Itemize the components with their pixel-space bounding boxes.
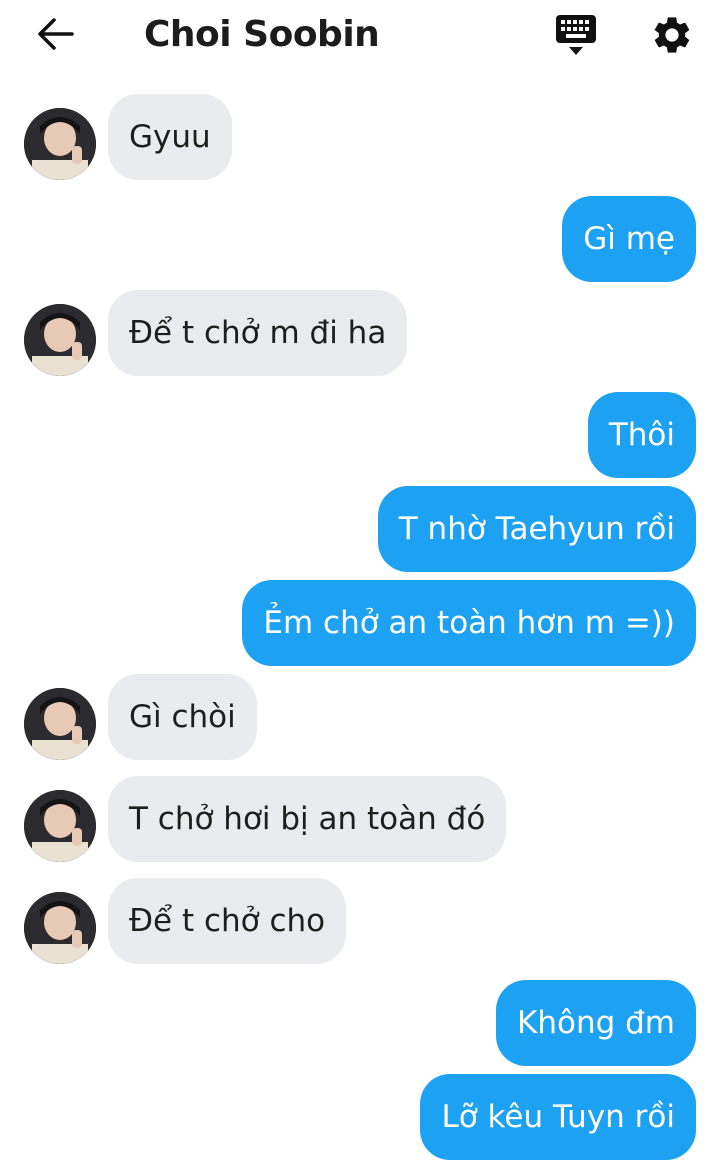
- message-bubble[interactable]: T nhờ Taehyun rồi: [377, 486, 696, 572]
- message-bubble[interactable]: T chở hơi bị an toàn đó: [108, 776, 507, 862]
- avatar[interactable]: [24, 304, 96, 376]
- settings-button[interactable]: [650, 13, 694, 57]
- avatar[interactable]: [24, 108, 96, 180]
- arrow-left-icon: [38, 18, 74, 50]
- chat-title: Choi Soobin: [144, 14, 380, 55]
- message-bubble[interactable]: Gyuu: [108, 94, 232, 180]
- message-bubble[interactable]: Để t chở m đi ha: [108, 290, 408, 376]
- avatar[interactable]: [24, 688, 96, 760]
- message-bubble[interactable]: Ẻm chở an toàn hơn m =)): [242, 580, 696, 666]
- keyboard-icon: [556, 15, 596, 55]
- chat-header: Choi Soobin: [0, 0, 720, 72]
- message-bubble[interactable]: Gì chòi: [108, 674, 257, 760]
- avatar[interactable]: [24, 790, 96, 862]
- message-bubble[interactable]: Gì mẹ: [562, 196, 696, 282]
- message-bubble[interactable]: Thôi: [587, 392, 696, 478]
- keyboard-button[interactable]: [552, 12, 600, 60]
- avatar[interactable]: [24, 892, 96, 964]
- back-button[interactable]: [36, 14, 76, 54]
- message-bubble[interactable]: Lỡ kêu Tuyn rồi: [420, 1074, 696, 1160]
- message-bubble[interactable]: Để t chở cho: [108, 878, 347, 964]
- message-bubble[interactable]: Không đm: [496, 980, 696, 1066]
- gear-icon: [654, 17, 690, 53]
